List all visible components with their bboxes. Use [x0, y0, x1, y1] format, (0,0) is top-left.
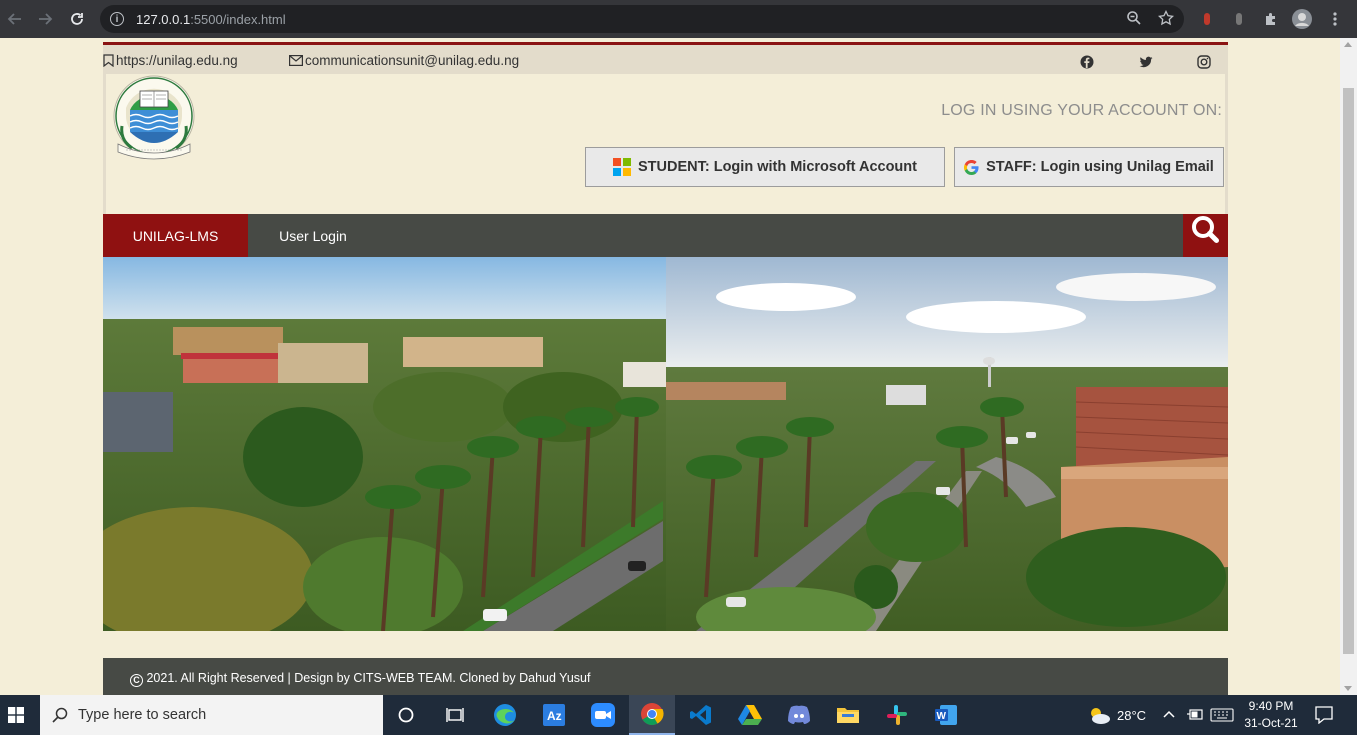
- weather-cloud-sun-icon[interactable]: [1087, 705, 1111, 725]
- website-link[interactable]: https://unilag.edu.ng: [103, 53, 238, 68]
- clock-time: 9:40 PM: [1248, 699, 1294, 713]
- zoom-icon[interactable]: [1126, 10, 1142, 26]
- menu-kebab-icon[interactable]: [1325, 9, 1345, 29]
- search-button[interactable]: [1183, 214, 1228, 257]
- copyright-text: 2021. All Right Reserved | Design by CIT…: [146, 671, 591, 685]
- facebook-icon[interactable]: [1080, 55, 1094, 69]
- system-clock[interactable]: 9:40 PM 31-Oct-21: [1242, 698, 1300, 732]
- taskbar-search-placeholder: Type here to search: [78, 707, 207, 723]
- site-footer: C 2021. All Right Reserved | Design by C…: [103, 658, 1228, 695]
- file-explorer-icon[interactable]: [825, 695, 871, 735]
- zoom-app-icon[interactable]: [580, 695, 626, 735]
- staff-login-button[interactable]: STAFF: Login using Unilag Email: [954, 147, 1224, 187]
- svg-text:W: W: [937, 711, 947, 722]
- svg-text:Az: Az: [547, 709, 562, 723]
- unilag-logo[interactable]: [110, 74, 198, 162]
- back-button[interactable]: [0, 4, 30, 34]
- battery-plug-icon[interactable]: [1186, 708, 1204, 722]
- scroll-thumb[interactable]: [1343, 88, 1354, 654]
- start-button[interactable]: [0, 695, 32, 735]
- clock-date: 31-Oct-21: [1244, 716, 1298, 730]
- scroll-down-arrow[interactable]: [1344, 686, 1352, 691]
- site-header: LOG IN USING YOUR ACCOUNT ON: STUDENT: L…: [103, 74, 1228, 214]
- email-text: communicationsunit@unilag.edu.ng: [305, 53, 520, 68]
- taskbar-search-box[interactable]: Type here to search: [40, 695, 383, 735]
- campus-photo-right: [666, 257, 1228, 631]
- contact-bar: https://unilag.edu.ng communicationsunit…: [103, 42, 1228, 74]
- chevron-up-icon[interactable]: [1163, 709, 1175, 719]
- url-text: 127.0.0.1:5500/index.html: [136, 12, 286, 27]
- campus-banner: [103, 257, 1228, 631]
- extension-gray-icon[interactable]: [1229, 9, 1249, 29]
- edge-icon[interactable]: [482, 695, 528, 735]
- extensions-puzzle-icon[interactable]: [1261, 9, 1281, 29]
- student-login-button[interactable]: STUDENT: Login with Microsoft Account: [585, 147, 945, 187]
- twitter-icon[interactable]: [1139, 55, 1153, 69]
- arrow-right-icon: [39, 13, 53, 25]
- windows-logo-icon: [8, 707, 24, 723]
- instagram-icon[interactable]: [1197, 55, 1211, 69]
- main-navbar: UNILAG-LMS User Login: [103, 214, 1228, 257]
- campus-photo-left: [103, 257, 666, 631]
- task-view-icon[interactable]: [432, 695, 478, 735]
- microsoft-icon: [613, 158, 631, 176]
- profile-avatar[interactable]: [1292, 9, 1312, 29]
- page-scrollbar[interactable]: [1340, 38, 1357, 695]
- staff-login-label: STAFF: Login using Unilag Email: [986, 159, 1214, 175]
- vscode-icon[interactable]: [678, 695, 724, 735]
- arrow-left-icon: [7, 13, 21, 25]
- search-icon: [1192, 216, 1219, 243]
- reload-icon: [71, 13, 83, 25]
- reload-button[interactable]: [62, 4, 92, 34]
- extension-red-icon[interactable]: [1197, 9, 1217, 29]
- slack-icon[interactable]: [874, 695, 920, 735]
- word-icon[interactable]: W: [923, 695, 969, 735]
- discord-icon[interactable]: [776, 695, 822, 735]
- url-path: :5500/index.html: [190, 11, 286, 27]
- google-icon: [964, 159, 979, 175]
- browser-toolbar: i 127.0.0.1:5500/index.html: [0, 0, 1357, 38]
- notification-center-icon[interactable]: [1315, 706, 1333, 724]
- envelope-icon: [289, 55, 303, 66]
- footer-text: C 2021. All Right Reserved | Design by C…: [130, 671, 590, 687]
- forward-button[interactable]: [30, 4, 60, 34]
- cortana-icon[interactable]: [383, 695, 429, 735]
- student-login-label: STUDENT: Login with Microsoft Account: [638, 159, 917, 175]
- google-drive-icon[interactable]: [727, 695, 773, 735]
- login-title: LOG IN USING YOUR ACCOUNT ON:: [941, 102, 1222, 119]
- azure-icon[interactable]: Az: [531, 695, 577, 735]
- search-icon: [52, 707, 68, 723]
- weather-temperature[interactable]: 28°C: [1117, 708, 1146, 723]
- windows-taskbar: Type here to search Az W 28°C 9:40 PM 31…: [0, 695, 1357, 735]
- keyboard-icon[interactable]: [1210, 708, 1234, 722]
- email-link[interactable]: communicationsunit@unilag.edu.ng: [289, 53, 519, 68]
- url-host: 127.0.0.1: [136, 11, 191, 27]
- website-text: https://unilag.edu.ng: [116, 53, 238, 68]
- bookmark-star-icon[interactable]: [1158, 10, 1174, 26]
- nav-item-user-login[interactable]: User Login: [248, 214, 378, 257]
- nav-item-unilag-lms[interactable]: UNILAG-LMS: [103, 214, 248, 257]
- copyright-icon: C: [130, 674, 143, 687]
- address-bar[interactable]: i 127.0.0.1:5500/index.html: [100, 5, 1184, 33]
- site-info-icon[interactable]: i: [110, 12, 124, 26]
- chrome-icon[interactable]: [629, 695, 675, 735]
- scroll-up-arrow[interactable]: [1344, 42, 1352, 47]
- bookmark-icon: [103, 54, 114, 67]
